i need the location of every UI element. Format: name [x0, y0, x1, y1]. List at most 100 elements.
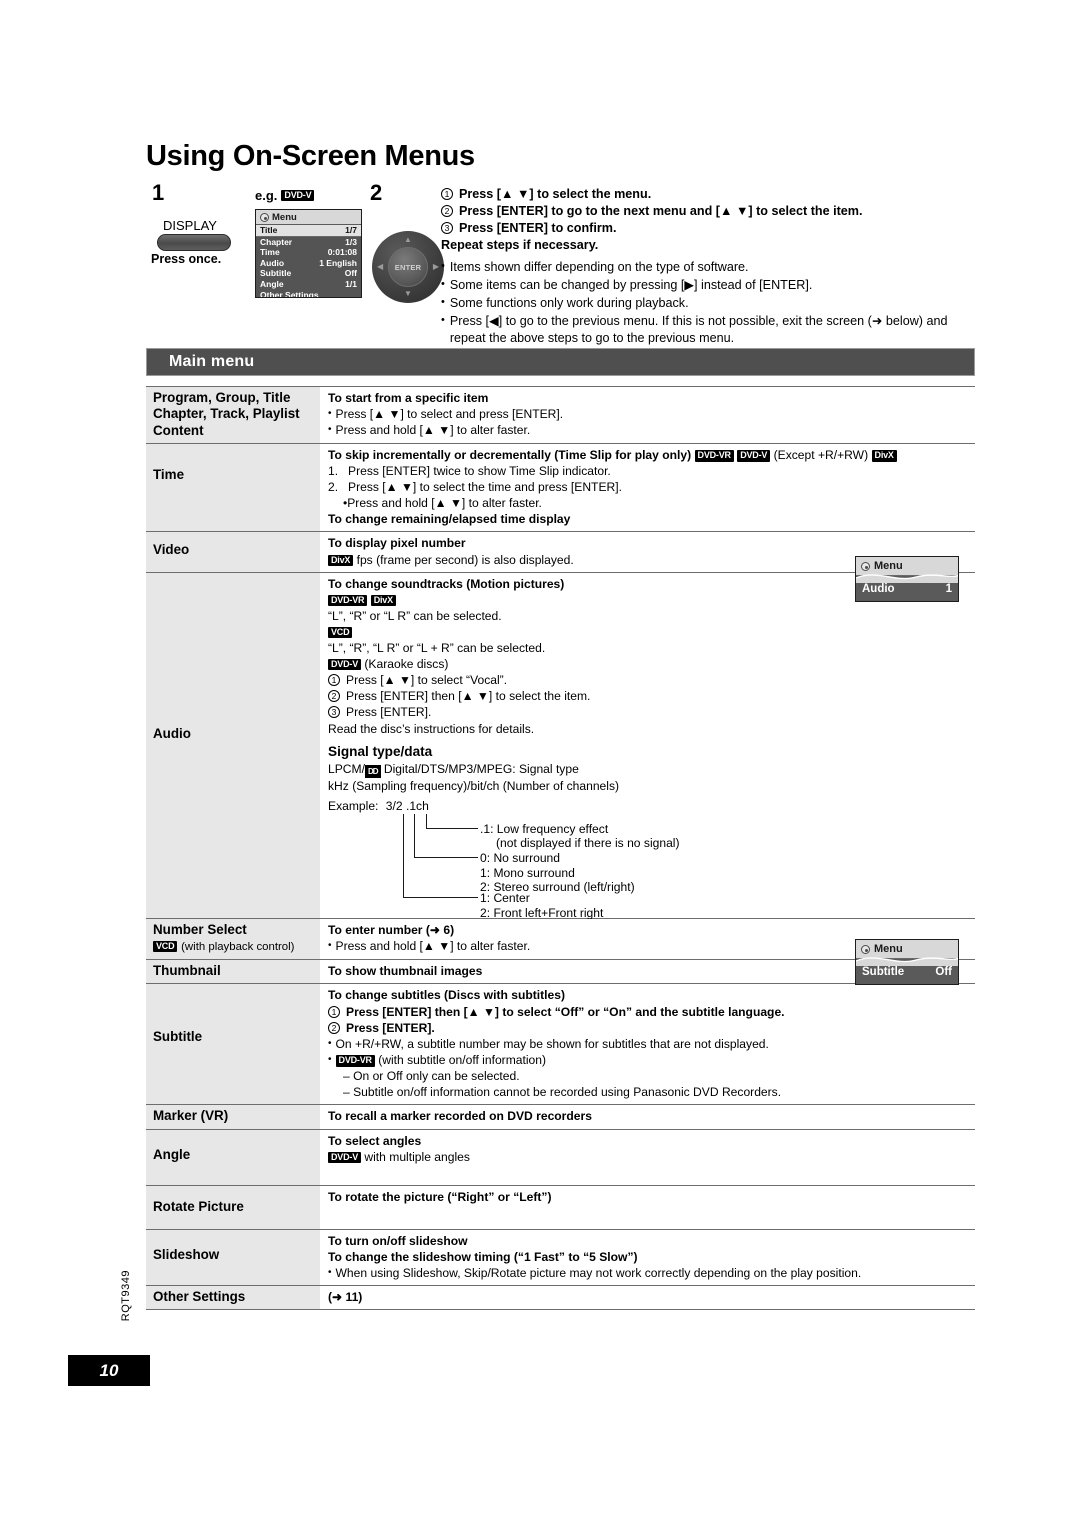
- callout-header: Menu: [856, 557, 958, 576]
- disc-badge-dvd-v: DVD-V: [737, 450, 771, 462]
- osd-row-value: 0:01:08: [327, 247, 357, 258]
- callout-label: Audio: [862, 582, 895, 595]
- row-content-audio: To change soundtracks (Motion pictures) …: [320, 571, 975, 934]
- label-line: Subtitle: [153, 1029, 203, 1045]
- label-line: Rotate Picture: [153, 1198, 244, 1214]
- osd-row-label: Other Settings: [260, 290, 319, 298]
- numbered-item: 1. Press [ENTER] twice to show Time Slip…: [328, 463, 970, 479]
- row-label-thumbnail: Thumbnail: [146, 959, 320, 984]
- item-text: Press [ENTER] twice to show Time Slip in…: [348, 464, 611, 479]
- content-heading: To skip incrementally or decrementally (…: [328, 447, 970, 463]
- numbered-item: 1 Press [▲ ▼] to select “Vocal”.: [328, 672, 970, 688]
- osd-row: Time 0:01:08: [256, 247, 361, 258]
- circled-number: 1: [328, 1005, 340, 1018]
- label-line: Marker (VR): [153, 1108, 229, 1124]
- callout-header-label: Menu: [874, 943, 903, 955]
- example-row: Example: 3/2 .1ch: [328, 798, 429, 814]
- bullet-text: When using Slideshow, Skip/Rotate pictur…: [335, 1266, 862, 1281]
- bullet-icon: •: [441, 295, 445, 308]
- diagram-label: 0: No surround: [480, 850, 560, 865]
- row-content-slideshow: To turn on/off slideshow To change the s…: [320, 1228, 975, 1286]
- osd-row-label: Angle: [260, 278, 284, 289]
- table-row: Subtitle To change subtitles (Discs with…: [146, 983, 975, 1105]
- disc-badge-divx: DivX: [871, 450, 897, 462]
- label-line: Content: [153, 422, 204, 438]
- audio-menu-callout: Menu Audio 1: [855, 556, 959, 602]
- subtitle-menu-callout: Menu Subtitle Off: [855, 939, 959, 985]
- row-content-program: To start from a specific item • Press [▲…: [320, 385, 975, 444]
- callout-label: Subtitle: [862, 965, 905, 978]
- bullet-icon: •: [441, 313, 445, 326]
- bullet-text: Some functions only work during playback…: [449, 295, 689, 310]
- diagram-label: (not displayed if there is no signal): [496, 835, 680, 850]
- content-text: Read the disc’s instructions for details…: [328, 721, 535, 736]
- label-line: Program, Group, Title: [153, 390, 291, 405]
- table-row: Time To skip incrementally or decrementa…: [146, 443, 975, 532]
- manual-page: Using On-Screen Menus 1 DISPLAY Press on…: [0, 0, 1080, 1528]
- disc-badge-dvd-vr: DVD-VR: [335, 1055, 375, 1067]
- diagram-label: 1: Center: [480, 890, 530, 905]
- item-text: Press [ENTER].: [346, 705, 432, 720]
- display-button-label: DISPLAY: [163, 218, 217, 233]
- bullet-icon: •: [328, 408, 332, 420]
- content-text: fps (frame per second) is also displayed…: [356, 552, 574, 567]
- osd-row-value: 1/7: [345, 225, 357, 236]
- bullet-icon: •: [328, 424, 332, 436]
- heading-text: To skip incrementally or decrementally (…: [328, 448, 692, 463]
- content-heading-2: To change remaining/elapsed time display: [328, 512, 571, 527]
- example-disc-row: e.g. DVD-V: [255, 188, 315, 203]
- bracket-line-inner-h: [426, 827, 478, 830]
- instruction-item: 3 Press [ENTER] to confirm.: [441, 220, 981, 237]
- osd-row-label: Audio: [260, 257, 285, 268]
- bullet-item: • Press [◀] to go to the previous menu. …: [441, 313, 981, 347]
- row-label-angle: Angle: [146, 1128, 320, 1186]
- dpad-enter-button: ENTER: [388, 247, 428, 287]
- table-row: Audio To change soundtracks (Motion pict…: [146, 571, 975, 934]
- bullet-item: • Items shown differ depending on the ty…: [441, 259, 981, 276]
- example-label: Example:: [328, 798, 379, 813]
- instruction-text: Press [ENTER] to confirm.: [459, 220, 617, 235]
- table-row: Thumbnail To show thumbnail images: [146, 959, 975, 984]
- table-row: Video To display pixel number DivX fps (…: [146, 531, 975, 573]
- item-text: Press [▲ ▼] to select “Vocal”.: [346, 673, 508, 688]
- sub-bullet-text: Press and hold [▲ ▼] to alter faster.: [347, 496, 542, 511]
- osd-header-label: Menu: [272, 211, 297, 223]
- signal-suffix: Digital/DTS/MP3/MPEG: Signal type: [380, 761, 579, 776]
- bracket-line-inner: [426, 813, 428, 829]
- osd-row: Angle 1/1: [256, 278, 361, 289]
- label-line: Number Select: [153, 921, 247, 937]
- dpad-up-icon: ▲: [404, 235, 412, 244]
- numbered-item: 2 Press [ENTER].: [328, 1020, 970, 1036]
- osd-row: Chapter 1/3: [256, 236, 361, 247]
- page-title: Using On-Screen Menus: [146, 140, 475, 172]
- press-once-caption: Press once.: [151, 252, 222, 266]
- row-label-time: Time: [146, 443, 320, 532]
- dash-item: – Subtitle on/off information cannot be …: [343, 1085, 782, 1100]
- step-1-number: 1: [152, 180, 165, 205]
- item-text: Press [ENTER].: [346, 1020, 435, 1035]
- content-heading: To start from a specific item: [328, 391, 489, 405]
- repeat-steps-note: Repeat steps if necessary.: [441, 237, 599, 252]
- content-heading: To display pixel number: [328, 536, 466, 551]
- osd-row-label: Subtitle: [260, 268, 292, 279]
- circled-number: 2: [328, 1021, 340, 1034]
- badge-line: DVD-V (Karaoke discs): [328, 656, 970, 672]
- numbered-item: 1 Press [ENTER] then [▲ ▼] to select “Of…: [328, 1004, 970, 1020]
- bullet-item: • Some functions only work during playba…: [441, 295, 981, 312]
- disc-badge-divx: DivX: [328, 554, 354, 567]
- disc-badge-dvd-vr: DVD-VR: [694, 450, 734, 462]
- osd-row-value: 1/3: [345, 236, 357, 247]
- instruction-text: Press [▲ ▼] to select the menu.: [459, 187, 652, 201]
- bullet-icon: •: [328, 1037, 332, 1049]
- bullet-text: (with subtitle on/off information): [378, 1053, 547, 1068]
- content-text: “L”, “R”, “L R” or “L + R” can be select…: [328, 640, 546, 655]
- osd-row-value: 1/1: [345, 278, 357, 289]
- disc-badge-divx: DivX: [370, 594, 396, 607]
- label-line: Other Settings: [153, 1289, 246, 1305]
- content-heading: To recall a marker recorded on DVD recor…: [328, 1109, 592, 1124]
- table-row: Marker (VR) To recall a marker recorded …: [146, 1104, 975, 1130]
- disc-badge-dvd-v: DVD-V: [328, 659, 362, 671]
- signal-line-1: LPCM/DD Digital/DTS/MP3/MPEG: Signal typ…: [328, 761, 970, 778]
- disc-badge-dvd-vr: DVD-VR: [328, 594, 368, 607]
- disc-badge-dvd-v: DVD-V: [281, 189, 315, 202]
